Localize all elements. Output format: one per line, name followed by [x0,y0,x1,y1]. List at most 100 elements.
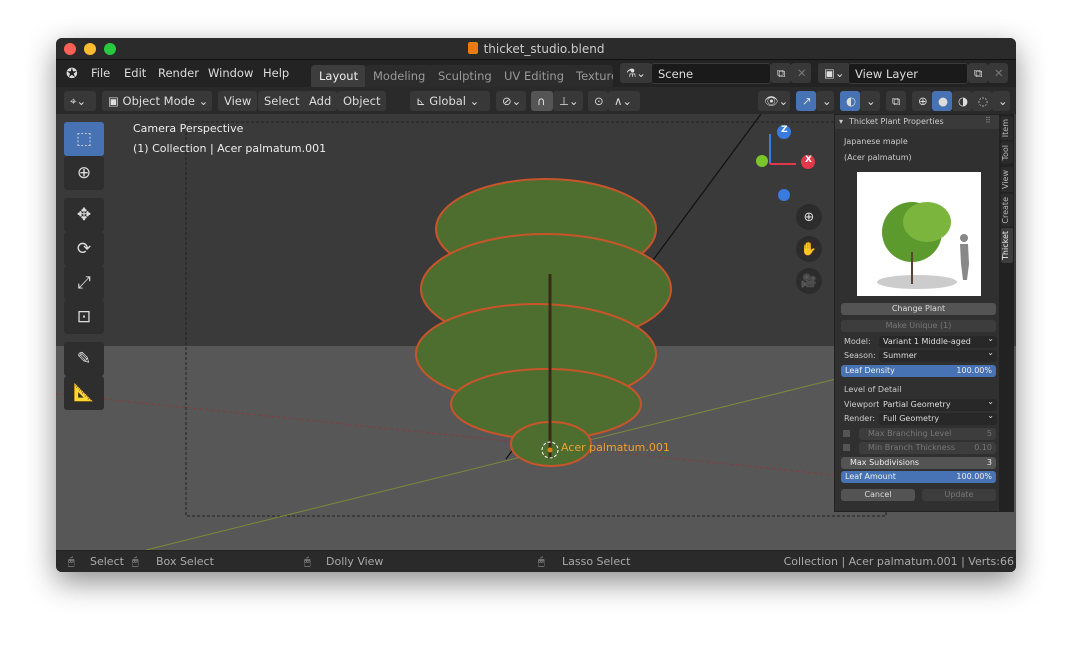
tab-layout[interactable]: Layout [311,65,367,87]
status-dolly: Dolly View [326,555,384,568]
select-box-tool[interactable]: ⬚ [64,122,104,156]
select-menu[interactable]: Select [258,91,306,111]
gizmo-z-label[interactable]: Z [781,125,788,135]
mode-dropdown[interactable]: ▣ Object Mode ⌄ [102,91,212,111]
menu-edit[interactable]: Edit [124,66,146,80]
falloff-icon[interactable]: ∧⌄ [608,91,640,111]
model-label: Model: [844,337,871,346]
drag-handle-icon[interactable]: ⠿ [985,116,991,125]
view-menu[interactable]: View [218,91,258,111]
snap-icon[interactable]: ∩ [531,91,553,111]
proportional-edit-icon[interactable]: ⊙ [588,91,608,111]
season-dropdown[interactable]: Summer [879,347,997,362]
menu-render[interactable]: Render [158,66,199,80]
render-lod-label: Render: [844,414,876,423]
latin-name: (Acer palmatum) [844,153,912,162]
solid-shading-icon[interactable]: ● [932,91,952,111]
tab-create[interactable]: Create [1001,194,1013,227]
pivot-icon[interactable]: ⊘⌄ [496,91,526,111]
min-branch-label: Min Branch Thickness [868,443,956,452]
visibility-icon[interactable]: 👁⌄ [758,91,790,111]
orientation-icon: ⊾ [416,94,430,108]
leaf-density-value: 100.00% [956,366,992,375]
3d-viewport[interactable]: Z X Camera Perspective (1) Collection | … [56,114,1016,550]
make-unique-button[interactable]: Make Unique (1) [841,320,996,332]
mouse-right-icon: 🖱 [538,555,545,568]
scene-icon[interactable]: ⚗⌄ [620,63,652,83]
cursor-tool[interactable]: ⊕ [64,156,104,190]
add-menu[interactable]: Add [303,91,338,111]
view-layer-field[interactable]: View Layer [848,63,968,84]
mouse-middle-icon: 🖱 [304,555,311,568]
menu-window[interactable]: Window [208,66,253,80]
status-select: Select [90,555,124,568]
delete-view-layer-icon[interactable]: ✕ [988,63,1008,83]
pan-hand-icon[interactable]: ✋ [796,236,822,262]
status-lasso: Lasso Select [562,555,631,568]
leaf-density-slider[interactable]: 100.00% Leaf Density [841,365,996,377]
max-branching-value: 5 [986,429,992,438]
panel-title: Thicket Plant Properties [849,117,944,126]
tab-item[interactable]: Item [1001,116,1013,141]
mode-icon: ▣ [108,94,123,108]
orientation-dropdown[interactable]: ⊾ Global ⌄ [410,91,490,111]
gizmo-icon[interactable]: ↗ [796,91,816,111]
material-shading-icon[interactable]: ◑ [952,91,972,111]
scene-field[interactable]: Scene [651,63,771,84]
menu-file[interactable]: File [91,66,110,80]
viewport-lod-label: Viewport: [844,400,883,409]
cancel-button[interactable]: Cancel [841,489,915,501]
rendered-shading-icon[interactable]: ◌ [972,91,992,111]
tab-modeling[interactable]: Modeling [365,65,434,87]
max-branching-checkbox[interactable] [843,430,850,437]
collapse-icon[interactable]: ▾ [839,117,843,126]
model-dropdown[interactable]: Variant 1 Middle-aged [879,333,997,348]
common-name: Japanese maple [844,137,908,146]
object-menu[interactable]: Object [337,91,387,111]
min-branch-field[interactable]: 0.10 Min Branch Thickness [859,442,996,454]
overlay-icon[interactable]: ◐ [840,91,860,111]
copy-view-layer-icon[interactable]: ⧉ [968,63,988,83]
measure-tool[interactable]: 📐 [64,376,104,410]
copy-scene-icon[interactable]: ⧉ [771,63,791,83]
tab-texture[interactable]: Texture [568,65,613,87]
tab-tool[interactable]: Tool [1001,142,1013,164]
max-branching-label: Max Branching Level [868,429,952,438]
overlay-dropdown-icon[interactable]: ⌄ [860,91,880,111]
xray-icon[interactable]: ⧉ [886,91,906,111]
menu-help[interactable]: Help [263,66,289,80]
status-bar: 🖱 Select 🖱 Box Select 🖱 Dolly View 🖱 Las… [56,550,1016,572]
tab-view[interactable]: View [1001,167,1013,192]
snap-target-icon[interactable]: ⊥⌄ [553,91,583,111]
leaf-density-label: Leaf Density [845,366,895,375]
viewport-lod-dropdown[interactable]: Partial Geometry [879,396,997,411]
season-label: Season: [844,351,876,360]
tab-sculpting[interactable]: Sculpting [430,65,500,87]
shading-dropdown-icon[interactable]: ⌄ [992,91,1010,111]
leaf-amount-slider[interactable]: 100.00% Leaf Amount [841,471,996,483]
top-bar: ✪ File Edit Render Window Help Layout Mo… [56,60,1016,87]
tab-uv-editing[interactable]: UV Editing [496,65,572,87]
editor-type-icon[interactable]: ⌖⌄ [64,91,96,111]
scale-tool[interactable]: ⤢ [64,266,104,300]
camera-view-icon[interactable]: 🎥 [796,268,822,294]
blender-logo-icon[interactable]: ✪ [66,66,78,82]
update-button[interactable]: Update [922,489,996,501]
transform-tool[interactable]: ⊡ [64,300,104,334]
change-plant-button[interactable]: Change Plant [841,303,996,315]
gizmo-dropdown-icon[interactable]: ⌄ [816,91,834,111]
view-layer-icon[interactable]: ▣⌄ [818,63,850,83]
move-tool[interactable]: ✥ [64,198,104,232]
status-info: Collection | Acer palmatum.001 | Verts:6… [783,555,1014,568]
delete-scene-icon[interactable]: ✕ [791,63,811,83]
render-lod-dropdown[interactable]: Full Geometry [879,410,997,425]
annotate-tool[interactable]: ✎ [64,342,104,376]
min-branch-checkbox[interactable] [843,444,850,451]
max-branching-field[interactable]: 5 Max Branching Level [859,428,996,440]
tab-thicket[interactable]: Thicket [1001,228,1013,263]
wireframe-shading-icon[interactable]: ⊕ [912,91,932,111]
gizmo-x-label[interactable]: X [805,155,812,165]
rotate-tool[interactable]: ⟳ [64,232,104,266]
zoom-icon[interactable]: ⊕ [796,204,822,230]
max-subdivisions-field[interactable]: 3 Max Subdivisions [841,457,996,469]
